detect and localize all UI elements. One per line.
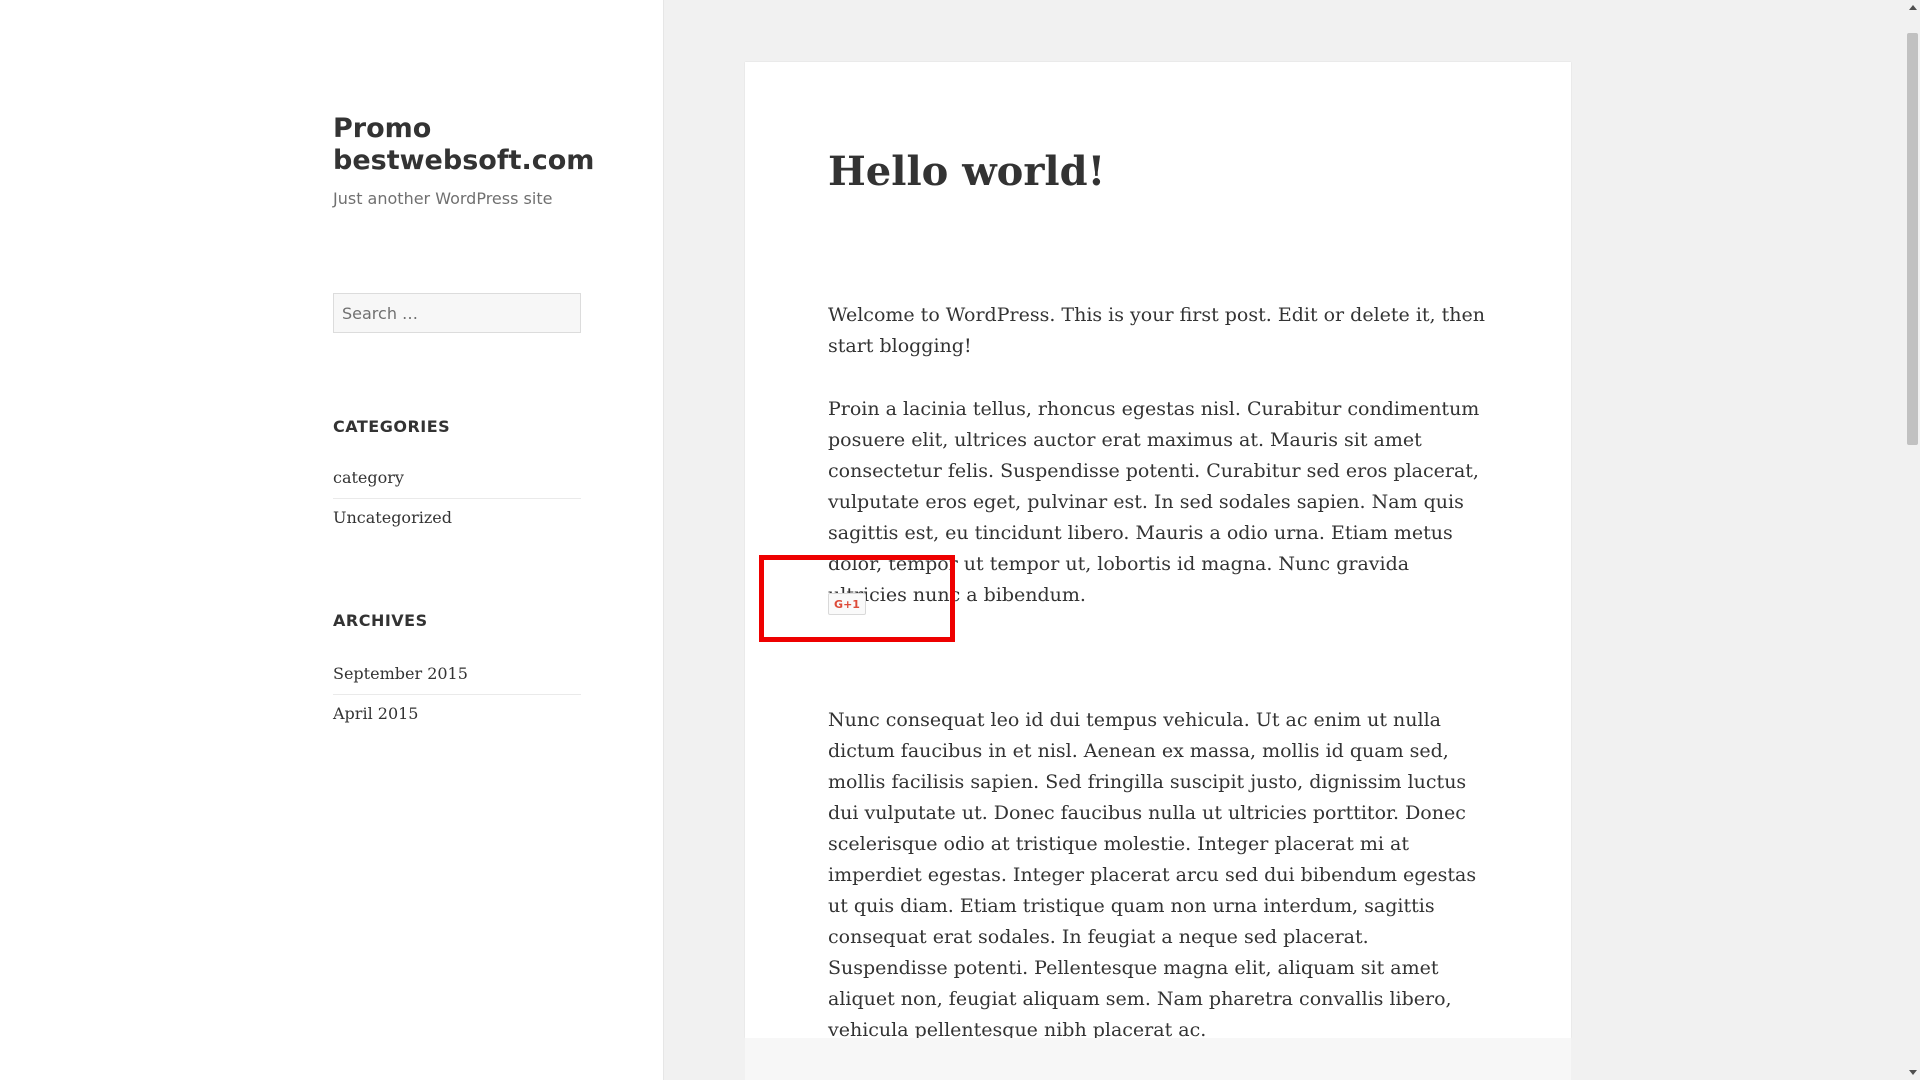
list-item: Uncategorized bbox=[333, 498, 581, 538]
scrollbar-thumb[interactable] bbox=[1907, 33, 1918, 445]
post-title[interactable]: Hello world! bbox=[828, 144, 1105, 200]
categories-widget-title: CATEGORIES bbox=[333, 417, 451, 436]
list-item: category bbox=[333, 459, 581, 498]
page: Promo bestwebsoft.com Just another WordP… bbox=[0, 0, 1920, 1080]
search-input[interactable] bbox=[333, 293, 581, 333]
site-tagline: Just another WordPress site bbox=[333, 189, 553, 208]
post-paragraph: Welcome to WordPress. This is your first… bbox=[828, 304, 1485, 357]
category-link-category[interactable]: category bbox=[333, 468, 404, 487]
categories-list: category Uncategorized bbox=[333, 459, 581, 538]
category-link-uncategorized[interactable]: Uncategorized bbox=[333, 508, 452, 527]
vertical-scrollbar[interactable] bbox=[1905, 0, 1920, 1080]
archives-widget-title: ARCHIVES bbox=[333, 611, 428, 630]
archives-list: September 2015 April 2015 bbox=[333, 655, 581, 734]
scroll-down-arrow-icon[interactable] bbox=[1909, 1070, 1917, 1075]
archive-link-april-2015[interactable]: April 2015 bbox=[333, 704, 418, 723]
post-article: Hello world! Welcome to WordPress. This … bbox=[745, 62, 1571, 1041]
sidebar: Promo bestwebsoft.com Just another WordP… bbox=[0, 0, 664, 1080]
post-footer bbox=[745, 1038, 1571, 1080]
archive-link-september-2015[interactable]: September 2015 bbox=[333, 664, 468, 683]
scroll-up-arrow-icon[interactable] bbox=[1909, 5, 1917, 10]
list-item: September 2015 bbox=[333, 655, 581, 694]
site-title[interactable]: Promo bestwebsoft.com bbox=[333, 113, 633, 177]
highlight-box bbox=[759, 555, 955, 642]
list-item: April 2015 bbox=[333, 694, 581, 734]
post-paragraph: Nunc consequat leo id dui tempus vehicul… bbox=[828, 709, 1477, 1041]
